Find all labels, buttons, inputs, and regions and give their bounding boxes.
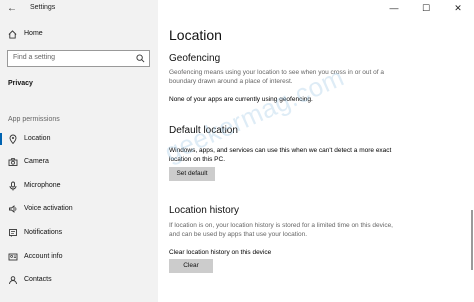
sidebar-item-account-info[interactable]: Account info xyxy=(0,248,158,266)
sidebar-item-notifications[interactable]: Notifications xyxy=(0,224,158,242)
section-app-permissions: App permissions xyxy=(8,116,60,123)
home-icon xyxy=(8,30,17,39)
minimize-button[interactable]: — xyxy=(378,0,410,16)
sidebar-item-label: Account info xyxy=(24,253,63,260)
search-icon[interactable] xyxy=(136,54,145,63)
sidebar-item-label: Camera xyxy=(24,158,49,165)
default-location-description: Windows, apps, and services can use this… xyxy=(169,147,392,163)
page-title: Location xyxy=(169,27,222,43)
default-location-heading: Default location xyxy=(169,125,238,136)
location-icon xyxy=(9,134,17,144)
sidebar-item-contacts[interactable]: Contacts xyxy=(0,271,158,289)
account-info-icon xyxy=(8,253,18,261)
maximize-button[interactable]: ☐ xyxy=(410,0,442,16)
camera-icon xyxy=(8,158,18,166)
section-privacy: Privacy xyxy=(8,80,33,87)
sidebar: ← Settings Home Find a setting Privacy A… xyxy=(0,0,158,302)
sidebar-item-microphone[interactable]: Microphone xyxy=(0,177,158,195)
scrollbar[interactable] xyxy=(471,210,473,270)
set-default-button[interactable]: Set default xyxy=(169,167,215,181)
geofencing-description: Geofencing means using your location to … xyxy=(169,69,384,85)
geofencing-heading: Geofencing xyxy=(169,53,221,64)
sidebar-item-label: Voice activation xyxy=(24,205,73,212)
sidebar-item-label: Contacts xyxy=(24,276,52,283)
app-title: Settings xyxy=(30,4,56,11)
voice-activation-icon xyxy=(9,205,17,213)
window-controls: — ☐ ✕ xyxy=(378,0,474,16)
sidebar-item-camera[interactable]: Camera xyxy=(0,153,158,171)
close-button[interactable]: ✕ xyxy=(442,0,474,16)
search-input[interactable]: Find a setting xyxy=(7,50,150,67)
search-placeholder: Find a setting xyxy=(13,54,56,61)
sidebar-item-label: Location xyxy=(24,135,51,142)
back-arrow-icon[interactable]: ← xyxy=(6,3,18,15)
contacts-icon xyxy=(9,276,17,285)
home-nav-item[interactable]: Home xyxy=(0,26,158,44)
main-content: — ☐ ✕ Location Geofencing Geofencing mea… xyxy=(158,0,474,302)
sidebar-item-voice-activation[interactable]: Voice activation xyxy=(0,200,158,218)
geofencing-status: None of your apps are currently using ge… xyxy=(169,96,313,103)
sidebar-item-location[interactable]: Location xyxy=(0,130,158,148)
titlebar: ← Settings xyxy=(0,0,158,18)
notifications-icon xyxy=(9,229,17,237)
location-history-heading: Location history xyxy=(169,205,240,216)
sidebar-item-label: Notifications xyxy=(24,229,63,236)
microphone-icon xyxy=(9,181,17,191)
sidebar-item-label: Microphone xyxy=(24,182,61,189)
location-history-description: If location is on, your location history… xyxy=(169,222,393,238)
home-label: Home xyxy=(24,30,43,37)
clear-history-label: Clear location history on this device xyxy=(169,249,272,256)
clear-button[interactable]: Clear xyxy=(169,259,213,273)
